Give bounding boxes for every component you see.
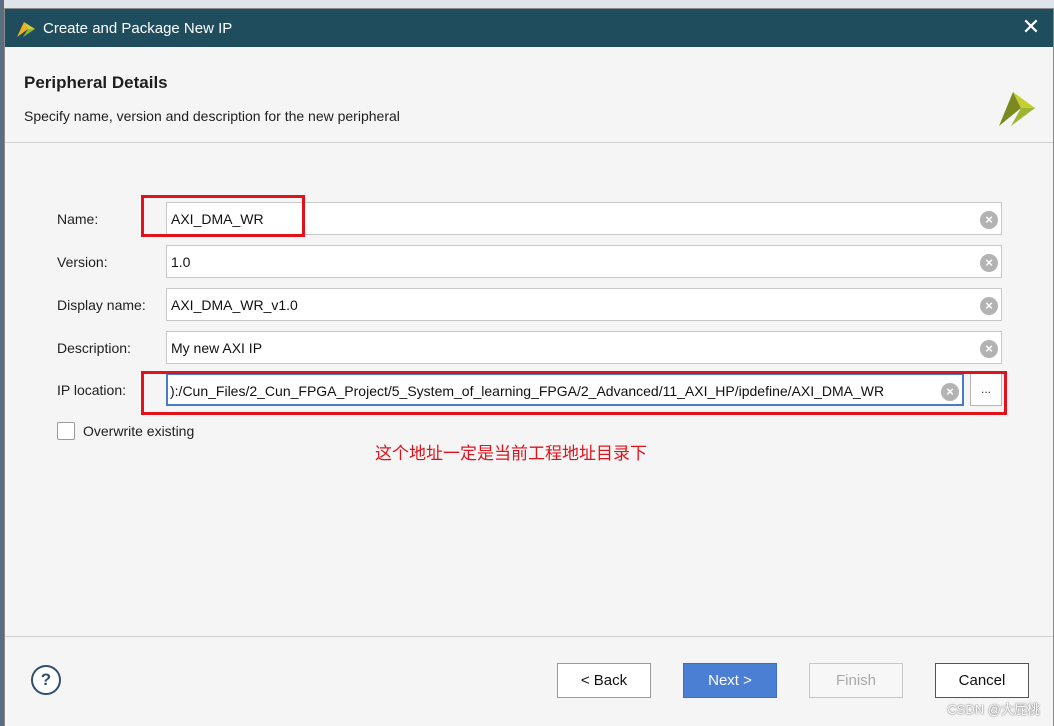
back-button[interactable]: < Back: [557, 663, 651, 698]
version-row: Version: 1.0 ×: [5, 245, 1053, 279]
page-title: Peripheral Details: [24, 73, 168, 92]
description-input[interactable]: My new AXI IP ×: [166, 331, 1002, 364]
cancel-button[interactable]: Cancel: [935, 663, 1029, 698]
version-label: Version:: [57, 254, 108, 270]
description-label: Description:: [57, 340, 131, 356]
name-highlight-box: [141, 195, 305, 237]
vivado-logo-icon: [999, 92, 1035, 126]
watermark: CSDN @大屁桃: [947, 702, 1040, 717]
clear-icon[interactable]: ×: [980, 254, 998, 272]
finish-button: Finish: [809, 663, 903, 698]
ip-location-highlight-box: [141, 371, 1007, 415]
overwrite-existing-checkbox[interactable]: [57, 422, 75, 440]
name-label: Name:: [57, 211, 99, 227]
window-title: Create and Package New IP: [43, 19, 233, 37]
display-name-label: Display name:: [57, 297, 146, 313]
display-name-input[interactable]: AXI_DMA_WR_v1.0 ×: [166, 288, 1002, 321]
description-value: My new AXI IP: [171, 340, 263, 356]
description-row: Description: My new AXI IP ×: [5, 331, 1053, 365]
version-input[interactable]: 1.0 ×: [166, 245, 1002, 278]
clear-icon[interactable]: ×: [980, 211, 998, 229]
annotation-note: 这个地址一定是当前工程地址目录下: [375, 444, 647, 464]
display-name-row: Display name: AXI_DMA_WR_v1.0 ×: [5, 288, 1053, 322]
clear-icon[interactable]: ×: [980, 297, 998, 315]
dialog-footer: ? < Back Next > Finish Cancel: [5, 636, 1053, 726]
display-name-value: AXI_DMA_WR_v1.0: [171, 297, 298, 313]
page-header: Peripheral Details Specify name, version…: [5, 47, 1053, 143]
title-bar[interactable]: Create and Package New IP ✕: [5, 9, 1053, 47]
version-value: 1.0: [171, 254, 191, 270]
overwrite-existing-label: Overwrite existing: [83, 423, 195, 439]
close-icon[interactable]: ✕: [1019, 15, 1043, 39]
ip-location-label: IP location:: [57, 382, 127, 398]
dialog-window: Create and Package New IP ✕ Peripheral D…: [4, 8, 1054, 726]
help-button[interactable]: ?: [31, 665, 61, 695]
clear-icon[interactable]: ×: [980, 340, 998, 358]
next-button[interactable]: Next >: [683, 663, 777, 698]
overwrite-existing-option[interactable]: Overwrite existing: [57, 421, 194, 441]
background-strip: [0, 0, 1054, 8]
page-subtitle: Specify name, version and description fo…: [24, 108, 400, 124]
vivado-logo-icon: [17, 22, 35, 37]
